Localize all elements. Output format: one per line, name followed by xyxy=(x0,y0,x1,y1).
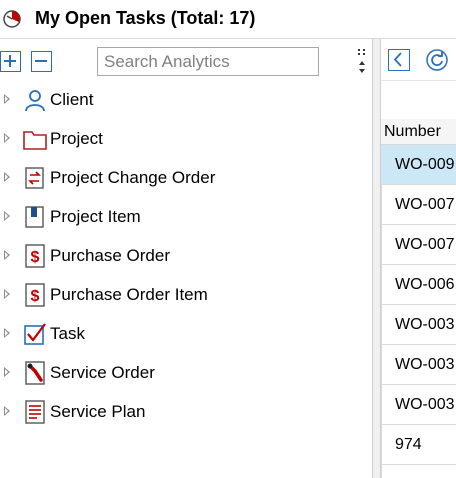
tree-item-service-order[interactable]: Service Order xyxy=(0,358,372,388)
clock-chart-icon xyxy=(3,10,21,28)
table-row[interactable]: WO-003 xyxy=(381,345,456,385)
tree-item-project-item[interactable]: Project Item xyxy=(0,202,372,232)
minus-box-icon xyxy=(35,60,47,62)
change-order-icon xyxy=(25,167,44,189)
document-lines-icon xyxy=(25,400,45,424)
person-icon xyxy=(25,90,45,112)
expand-all-button[interactable] xyxy=(0,51,21,72)
tree-item-client[interactable]: Client xyxy=(0,85,372,115)
expand-arrow-icon[interactable] xyxy=(4,328,10,338)
expand-arrow-icon[interactable] xyxy=(4,289,10,299)
svg-text:$: $ xyxy=(31,288,40,305)
expand-arrow-icon[interactable] xyxy=(4,367,10,377)
table-row[interactable]: WO-007 xyxy=(381,225,456,265)
tree-item-label: Project xyxy=(50,129,103,148)
expand-arrow-icon[interactable] xyxy=(4,172,10,182)
dollar-document-icon: $ xyxy=(25,244,45,268)
expand-arrow-icon[interactable] xyxy=(4,211,10,221)
refresh-icon xyxy=(426,49,448,71)
expand-arrow-icon[interactable] xyxy=(4,406,10,416)
expand-arrow-icon[interactable] xyxy=(4,94,10,104)
column-header-number[interactable]: Number xyxy=(381,119,456,145)
tree-item-task[interactable]: Task xyxy=(0,319,372,349)
collapse-all-button[interactable] xyxy=(31,51,52,72)
toolbar-divider xyxy=(381,80,456,81)
wrench-icon xyxy=(25,361,45,385)
title-bar: My Open Tasks (Total: 17) xyxy=(0,0,456,38)
panel-options-handle[interactable] xyxy=(356,48,368,78)
tree-item-purchase-order[interactable]: $ Purchase Order xyxy=(0,241,372,271)
tree-item-purchase-order-item[interactable]: $ Purchase Order Item xyxy=(0,280,372,310)
chevron-up-icon xyxy=(359,61,365,65)
tree-item-label: Purchase Order xyxy=(50,246,170,265)
tree-item-label: Project Change Order xyxy=(50,168,216,187)
tree-item-label: Purchase Order Item xyxy=(50,285,208,304)
table-row[interactable]: WO-007 xyxy=(381,185,456,225)
chevron-left-icon xyxy=(393,52,402,67)
tree-item-service-plan[interactable]: Service Plan xyxy=(0,397,372,427)
svg-text:$: $ xyxy=(31,249,40,266)
checkbox-icon xyxy=(24,323,46,345)
table-row[interactable]: 974 xyxy=(381,425,456,465)
tree-item-label: Client xyxy=(50,90,94,109)
project-item-icon xyxy=(25,206,44,228)
table-row[interactable]: WO-006 xyxy=(381,265,456,305)
table-row[interactable]: WO-009 xyxy=(381,145,456,185)
panel-splitter[interactable] xyxy=(372,39,381,478)
search-input[interactable] xyxy=(97,47,319,76)
tree-item-project[interactable]: Project xyxy=(0,124,372,154)
expand-arrow-icon[interactable] xyxy=(4,133,10,143)
chevron-down-icon xyxy=(359,69,365,73)
tree-item-label: Service Plan xyxy=(50,402,146,421)
folder-icon xyxy=(23,131,47,150)
expand-arrow-icon[interactable] xyxy=(4,250,10,260)
dollar-document-icon: $ xyxy=(25,283,45,307)
table-row[interactable]: WO-003 xyxy=(381,385,456,425)
page-title: My Open Tasks (Total: 17) xyxy=(35,8,256,28)
tree-item-label: Project Item xyxy=(50,207,141,226)
tree-item-label: Task xyxy=(50,324,85,343)
tree-item-project-change-order[interactable]: Project Change Order xyxy=(0,163,372,193)
analytics-panel: Client Project Project Change Order xyxy=(0,39,372,478)
back-button[interactable] xyxy=(388,49,410,71)
results-panel: Number WO-009 WO-007 WO-007 WO-006 WO-00… xyxy=(381,39,456,478)
table-row[interactable]: WO-003 xyxy=(381,305,456,345)
tree-item-label: Service Order xyxy=(50,363,155,382)
refresh-button[interactable] xyxy=(426,49,448,71)
